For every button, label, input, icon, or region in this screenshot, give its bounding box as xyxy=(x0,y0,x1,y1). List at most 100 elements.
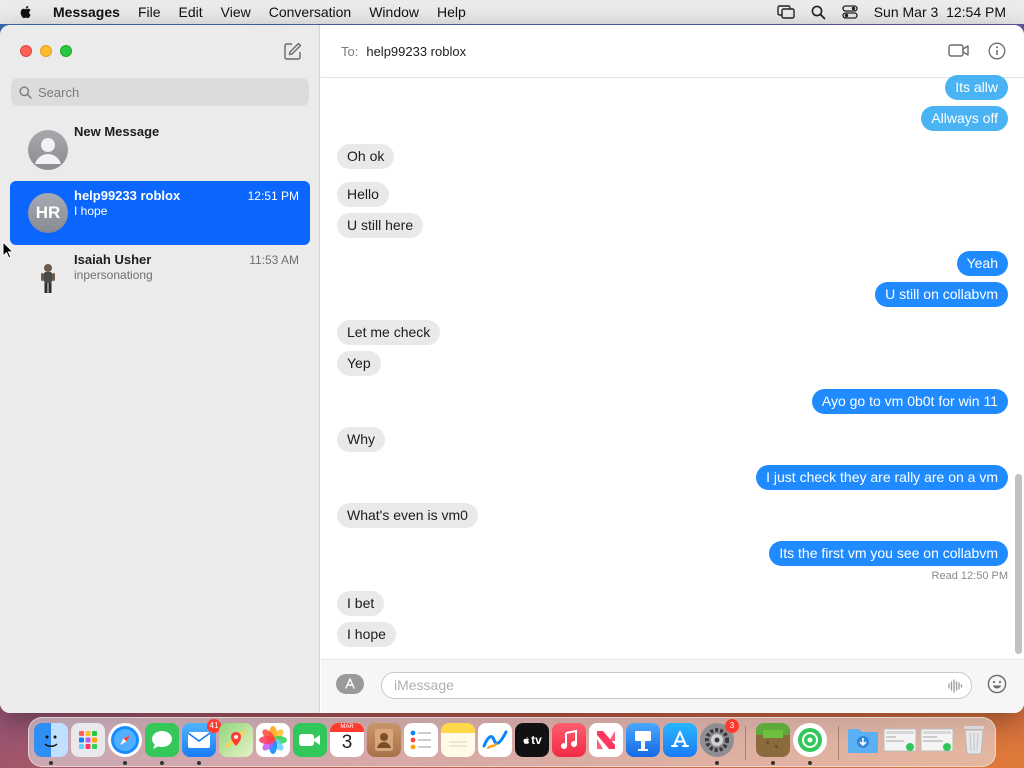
message-bubble-outgoing[interactable]: Yeah xyxy=(956,251,1008,276)
audio-message-icon[interactable] xyxy=(947,678,963,694)
dock-screenshot-file[interactable] xyxy=(920,723,954,757)
sidebar: Search New Message HR help99233 roblox I… xyxy=(0,25,320,713)
message-bubble-incoming[interactable]: U still here xyxy=(337,213,424,238)
dock-app-store[interactable] xyxy=(663,723,697,757)
dock-screenshot-file[interactable] xyxy=(883,723,917,757)
imessage-placeholder: iMessage xyxy=(394,677,454,693)
message-bubble-incoming[interactable]: What's even is vm0 xyxy=(337,503,478,528)
apps-button[interactable] xyxy=(336,674,364,694)
menu-view[interactable]: View xyxy=(212,4,260,20)
info-icon[interactable] xyxy=(988,42,1006,60)
mail-icon xyxy=(187,732,211,748)
to-label: To: xyxy=(341,43,359,59)
trash-icon xyxy=(964,726,984,755)
facetime-icon xyxy=(299,734,320,746)
dock-minecraft[interactable] xyxy=(756,723,790,757)
dock-tv[interactable]: tv xyxy=(515,723,549,757)
zoom-window-button[interactable] xyxy=(60,45,72,57)
message-bubble-outgoing[interactable]: Its allw xyxy=(945,75,1008,100)
message-bubble-outgoing[interactable]: I just check they are rally are on a vm xyxy=(756,465,1008,490)
read-receipt: Read 12:50 PM xyxy=(932,570,1008,582)
spotlight-search-icon[interactable] xyxy=(811,5,826,20)
message-bubble-incoming[interactable]: I hope xyxy=(337,622,396,647)
facetime-video-icon[interactable] xyxy=(948,43,970,58)
dock-messages[interactable] xyxy=(145,723,179,757)
profile-photo-icon xyxy=(28,257,68,297)
message-bubble-outgoing[interactable]: Ayo go to vm 0b0t for win 11 xyxy=(811,389,1008,414)
dock-finder[interactable] xyxy=(34,723,68,757)
message-bubble-outgoing[interactable]: Allways off xyxy=(921,106,1008,131)
conversation-preview: inpersonationg xyxy=(74,268,153,282)
dock-music[interactable] xyxy=(552,723,586,757)
menu-app-name[interactable]: Messages xyxy=(44,4,129,20)
menu-conversation[interactable]: Conversation xyxy=(260,4,361,20)
downloads-folder-icon xyxy=(848,729,878,753)
dock-separator xyxy=(838,726,839,760)
dock-system-settings[interactable]: 3 xyxy=(700,719,739,757)
running-indicator xyxy=(808,761,812,765)
dock-keynote[interactable] xyxy=(626,723,660,757)
freeform-icon xyxy=(482,730,508,750)
dock-photos[interactable] xyxy=(256,723,290,757)
dock-downloads[interactable] xyxy=(846,723,880,757)
running-indicator xyxy=(715,761,719,765)
screenshot-file-icon xyxy=(883,728,917,752)
running-indicator xyxy=(49,761,53,765)
dock-mail[interactable]: 41 xyxy=(182,719,221,757)
compose-bar: iMessage xyxy=(321,659,1024,713)
app-store-icon xyxy=(345,678,355,689)
apple-menu-icon[interactable] xyxy=(18,4,34,20)
contacts-icon xyxy=(375,729,393,751)
dock-freeform[interactable] xyxy=(478,723,512,757)
emoji-icon[interactable] xyxy=(987,674,1007,694)
conversation-new-message[interactable]: New Message xyxy=(10,118,310,182)
thread-scrollbar[interactable] xyxy=(1015,474,1022,654)
avatar: HR xyxy=(28,193,68,233)
photos-icon xyxy=(259,726,287,754)
dock-facetime[interactable] xyxy=(293,723,327,757)
avatar xyxy=(28,257,68,297)
dock-notes[interactable] xyxy=(441,723,475,757)
screen-mirroring-icon[interactable] xyxy=(777,5,795,19)
dock-news[interactable] xyxy=(589,723,623,757)
settings-badge: 3 xyxy=(725,719,739,733)
message-bubble-incoming[interactable]: Why xyxy=(337,427,385,452)
dock-reminders[interactable] xyxy=(404,723,438,757)
conversation-help99233-roblox[interactable]: HR help99233 roblox I hope 12:51 PM xyxy=(10,181,310,245)
conversation-isaiah-usher[interactable]: Isaiah Usher inpersonationg 11:53 AM xyxy=(10,245,310,309)
message-bubble-incoming[interactable]: Let me check xyxy=(337,320,441,345)
dock-safari[interactable] xyxy=(108,723,142,757)
message-bubble-incoming[interactable]: Yep xyxy=(337,351,381,376)
dock-launchpad[interactable] xyxy=(71,723,105,757)
dock-find-my[interactable] xyxy=(793,723,827,757)
message-bubble-incoming[interactable]: I bet xyxy=(337,591,385,616)
menu-edit[interactable]: Edit xyxy=(170,4,212,20)
imessage-input[interactable]: iMessage xyxy=(381,672,972,699)
calendar-day: 3 xyxy=(341,732,353,753)
message-bubble-outgoing[interactable]: Its the first vm you see on collabvm xyxy=(769,541,1008,566)
dock-maps[interactable] xyxy=(219,723,253,757)
running-indicator xyxy=(771,761,775,765)
dock-trash[interactable] xyxy=(957,723,991,757)
compose-icon[interactable] xyxy=(283,41,303,61)
menu-clock[interactable]: Sun Mar 3 12:54 PM xyxy=(874,4,1006,20)
read-receipt-label: Read xyxy=(931,570,958,582)
messages-icon xyxy=(152,731,172,749)
mouse-cursor-icon xyxy=(2,241,14,259)
close-window-button[interactable] xyxy=(20,45,32,57)
message-bubble-outgoing[interactable]: U still on collabvm xyxy=(875,282,1008,307)
conversation-name: Isaiah Usher xyxy=(74,252,152,267)
menu-file[interactable]: File xyxy=(129,4,170,20)
app-store-icon xyxy=(671,731,689,747)
minimize-window-button[interactable] xyxy=(40,45,52,57)
dock-contacts[interactable] xyxy=(367,723,401,757)
message-bubble-incoming[interactable]: Oh ok xyxy=(337,144,395,169)
menu-window[interactable]: Window xyxy=(360,4,428,20)
control-center-icon[interactable] xyxy=(842,5,858,19)
recipient-name[interactable]: help99233 roblox xyxy=(366,44,466,59)
dock-calendar[interactable]: MAR 3 xyxy=(330,723,364,757)
conversation-header: To: help99233 roblox xyxy=(321,25,1024,78)
message-bubble-incoming[interactable]: Hello xyxy=(337,182,389,207)
menu-help[interactable]: Help xyxy=(428,4,475,20)
search-field[interactable]: Search xyxy=(11,78,309,106)
